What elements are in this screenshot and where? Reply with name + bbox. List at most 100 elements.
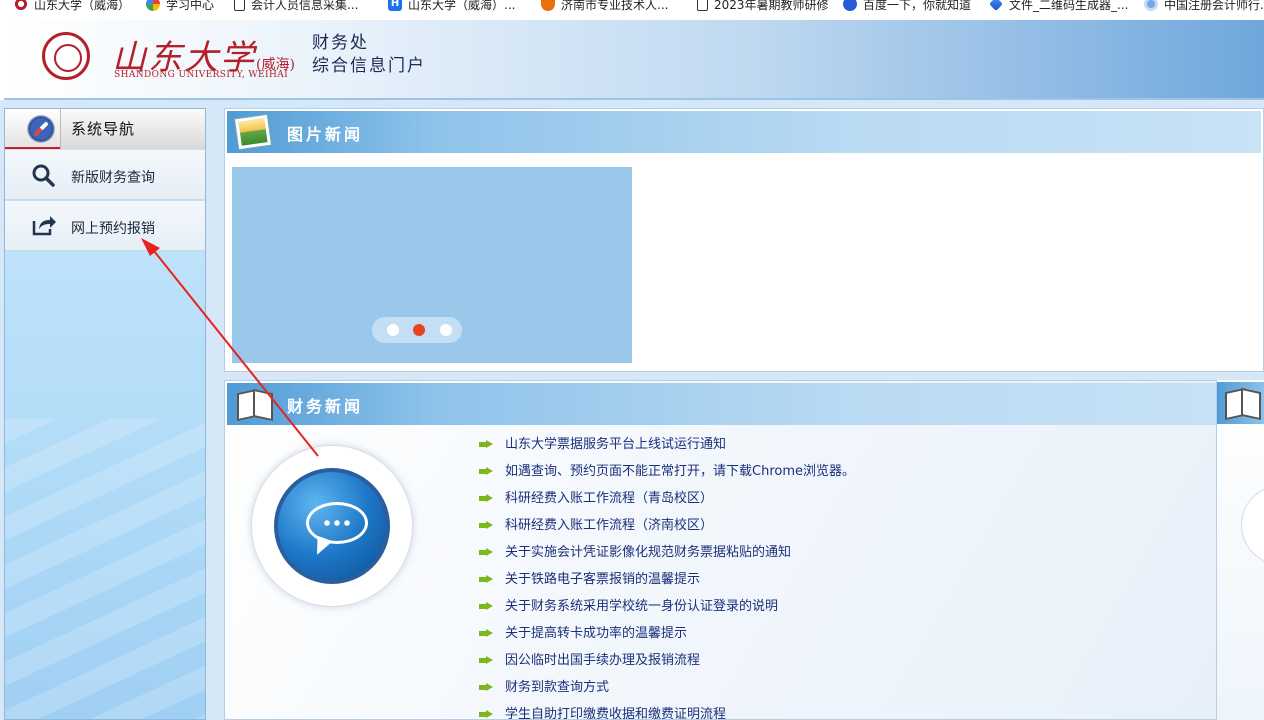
news-link[interactable]: 山东大学票据服务平台上线试运行通知 <box>505 437 726 452</box>
dept-line-2: 综合信息门户 <box>312 56 426 76</box>
chat-bubble-icon-frame <box>251 445 413 607</box>
open-book-icon <box>1225 390 1259 416</box>
picture-news-panel: 图片新闻 <box>224 108 1264 372</box>
bookmark-item[interactable]: 中国注册会计师行... <box>1144 0 1264 14</box>
bookmark-item[interactable]: H 山东大学（威海）... <box>388 0 515 14</box>
news-link[interactable]: 关于财务系统采用学校统一身份认证登录的说明 <box>505 599 778 614</box>
news-link[interactable]: 如遇查询、预约页面不能正常打开，请下载Chrome浏览器。 <box>505 464 855 479</box>
green-arrow-icon <box>479 548 493 557</box>
green-arrow-icon <box>479 683 493 692</box>
green-arrow-icon <box>479 467 493 476</box>
sdu-logo-icon <box>14 0 28 11</box>
green-arrow-icon <box>479 602 493 611</box>
nav-header: 系统导航 <box>5 109 205 149</box>
news-item[interactable]: 关于实施会计凭证影像化规范财务票据粘贴的通知 <box>479 539 855 566</box>
green-arrow-icon <box>479 656 493 665</box>
bookmark-label: 会计人员信息采集... <box>251 0 359 12</box>
baidu-paw-icon <box>843 0 857 11</box>
news-link[interactable]: 学生自助打印缴费收据和缴费证明流程 <box>505 707 726 719</box>
chat-bubble-icon <box>274 468 390 584</box>
bookmarks-bar: 山东大学（威海） 学习中心 会计人员信息采集... H 山东大学（威海）... 济… <box>0 0 1264 20</box>
picture-icon <box>235 114 271 150</box>
main-content: 图片新闻 财务新闻 山东大学票据服务平台上线试运行通知 如遇查询、预约页面不能正… <box>214 100 1264 720</box>
news-item[interactable]: 关于财务系统采用学校统一身份认证登录的说明 <box>479 593 855 620</box>
open-book-icon <box>237 391 271 417</box>
carousel-dot[interactable] <box>440 324 452 336</box>
search-icon <box>32 164 55 187</box>
page-icon <box>697 0 708 11</box>
dept-line-1: 财务处 <box>312 33 369 53</box>
right-panel-circle <box>1241 485 1264 565</box>
right-panel-edge <box>1216 380 1264 720</box>
h-icon: H <box>388 0 402 11</box>
flower-icon <box>1144 0 1158 11</box>
picture-news-header: 图片新闻 <box>227 111 1261 153</box>
sidebar: 系统导航 新版财务查询 网上预约报销 <box>4 108 206 720</box>
news-link[interactable]: 因公临时出国手续办理及报销流程 <box>505 653 700 668</box>
news-item[interactable]: 关于铁路电子客票报销的温馨提示 <box>479 566 855 593</box>
green-arrow-icon <box>479 440 493 449</box>
right-panel-header <box>1217 382 1264 424</box>
finance-news-panel: 财务新闻 山东大学票据服务平台上线试运行通知 如遇查询、预约页面不能正常打开，请… <box>224 380 1264 720</box>
bookmark-label: 文件_二维码生成器_... <box>1009 0 1129 12</box>
sidebar-item-online-reimbursement[interactable]: 网上预约报销 <box>5 201 205 251</box>
shield-icon <box>541 0 555 11</box>
content-frame: 系统导航 新版财务查询 网上预约报销 图片新闻 财务新闻 山东大学票据服务平台上… <box>0 100 1264 720</box>
news-item[interactable]: 因公临时出国手续办理及报销流程 <box>479 647 855 674</box>
picture-carousel[interactable] <box>232 167 632 363</box>
news-link[interactable]: 科研经费入账工作流程（济南校区） <box>505 518 713 533</box>
finance-news-header: 财务新闻 <box>227 383 1261 425</box>
green-arrow-icon <box>479 710 493 719</box>
news-item[interactable]: 如遇查询、预约页面不能正常打开，请下载Chrome浏览器。 <box>479 458 855 485</box>
bookmark-item[interactable]: 济南市专业技术人... <box>541 0 668 14</box>
page-icon <box>234 0 245 11</box>
news-link[interactable]: 科研经费入账工作流程（青岛校区） <box>505 491 713 506</box>
sidebar-item-finance-query[interactable]: 新版财务查询 <box>5 150 205 200</box>
bookmark-label: 百度一下，你就知道 <box>863 0 972 12</box>
bookmark-item[interactable]: 学习中心 <box>146 0 214 14</box>
finance-news-list: 山东大学票据服务平台上线试运行通知 如遇查询、预约页面不能正常打开，请下载Chr… <box>479 431 855 719</box>
bookmark-item[interactable]: 文件_二维码生成器_... <box>989 0 1128 14</box>
department-title: 财务处 综合信息门户 <box>312 32 426 78</box>
green-arrow-icon <box>479 521 493 530</box>
bookmark-label: 山东大学（威海） <box>34 0 131 12</box>
bookmark-item[interactable]: 会计人员信息采集... <box>234 0 358 14</box>
green-arrow-icon <box>479 629 493 638</box>
bookmark-label: 学习中心 <box>166 0 215 12</box>
carousel-indicators <box>372 317 462 343</box>
news-item[interactable]: 学生自助打印缴费收据和缴费证明流程 <box>479 701 855 719</box>
news-link[interactable]: 关于实施会计凭证影像化规范财务票据粘贴的通知 <box>505 545 791 560</box>
news-item[interactable]: 关于提高转卡成功率的温馨提示 <box>479 620 855 647</box>
bookmark-label: 山东大学（威海）... <box>408 0 516 12</box>
bookmark-item[interactable]: 百度一下，你就知道 <box>843 0 971 14</box>
carousel-dot[interactable] <box>387 324 399 336</box>
news-item[interactable]: 科研经费入账工作流程（济南校区） <box>479 512 855 539</box>
share-icon <box>32 216 56 236</box>
bookmark-label: 济南市专业技术人... <box>561 0 669 12</box>
green-arrow-icon <box>479 575 493 584</box>
news-item[interactable]: 山东大学票据服务平台上线试运行通知 <box>479 431 855 458</box>
star-icon <box>146 0 160 11</box>
green-arrow-icon <box>479 494 493 503</box>
news-item[interactable]: 科研经费入账工作流程（青岛校区） <box>479 485 855 512</box>
bookmark-label: 2023年暑期教师研修 <box>714 0 829 12</box>
bookmark-item[interactable]: 2023年暑期教师研修 <box>697 0 829 14</box>
news-link[interactable]: 财务到款查询方式 <box>505 680 609 695</box>
compass-icon <box>27 115 55 143</box>
chat-bubble-tail <box>311 535 333 559</box>
university-seal-logo <box>42 32 90 80</box>
news-item[interactable]: 财务到款查询方式 <box>479 674 855 701</box>
picture-news-title: 图片新闻 <box>287 125 364 144</box>
finance-news-title: 财务新闻 <box>287 397 364 416</box>
sidebar-item-label: 新版财务查询 <box>71 170 155 186</box>
site-header: 山东大学(威海) SHANDONG UNIVERSITY, WEIHAI 财务处… <box>4 20 1264 100</box>
logo-english: SHANDONG UNIVERSITY, WEIHAI <box>114 70 289 80</box>
news-link[interactable]: 关于提高转卡成功率的温馨提示 <box>505 626 687 641</box>
sidebar-decoration <box>5 419 205 719</box>
news-link[interactable]: 关于铁路电子客票报销的温馨提示 <box>505 572 700 587</box>
diamond-icon <box>989 0 1003 11</box>
carousel-dot-active[interactable] <box>413 324 425 336</box>
bookmark-item[interactable]: 山东大学（威海） <box>14 0 130 14</box>
bookmark-label: 中国注册会计师行... <box>1164 0 1264 12</box>
nav-title: 系统导航 <box>71 120 136 138</box>
